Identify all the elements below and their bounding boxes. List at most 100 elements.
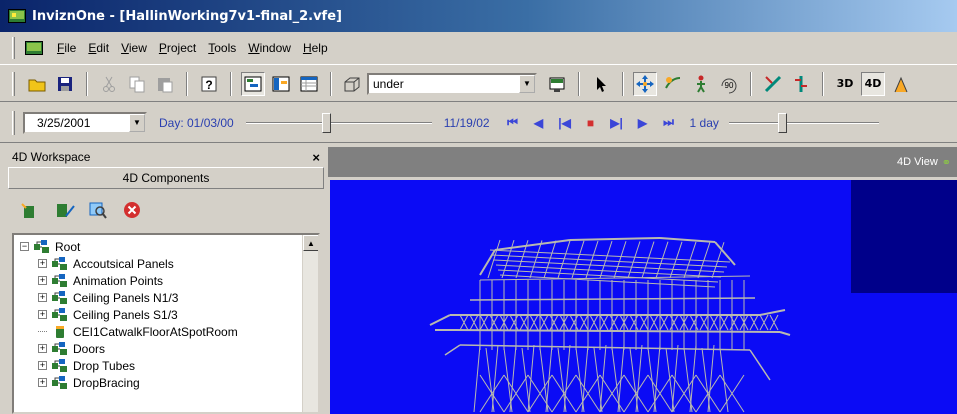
- tab-4d-components[interactable]: 4D Components: [8, 167, 324, 189]
- menu-help[interactable]: Help: [297, 41, 334, 55]
- model-edge: [569, 237, 661, 241]
- play-forward-icon[interactable]: ▶: [630, 116, 656, 130]
- tree-rows: − Root + Accoutsical Panels + Animation Point…: [14, 238, 318, 391]
- mode-3d-button[interactable]: 3D: [833, 72, 857, 96]
- edit-component-icon[interactable]: [54, 200, 75, 220]
- stop-icon[interactable]: ■: [578, 116, 604, 130]
- step-slider[interactable]: [728, 112, 879, 133]
- date-combo[interactable]: 3/25/2001 ▼: [23, 111, 147, 134]
- workspace-panel: 4D Workspace × 4D Components − Root + Accou…: [8, 147, 324, 414]
- chevron-down-icon[interactable]: ▼: [129, 113, 145, 132]
- date-slider[interactable]: [245, 112, 432, 133]
- model-edge: [444, 344, 461, 356]
- group-icon: [51, 375, 69, 390]
- schedule-view-icon[interactable]: [241, 71, 265, 96]
- tree-item[interactable]: + DropBracing: [14, 374, 318, 391]
- tree-item[interactable]: + Ceiling Panels S1/3: [14, 306, 318, 323]
- walk-icon[interactable]: [689, 72, 713, 96]
- tree-line-icon: [38, 331, 47, 332]
- mode-4d-label: 4D: [864, 77, 882, 90]
- move-icon[interactable]: [633, 71, 657, 96]
- find-component-icon[interactable]: [88, 200, 108, 220]
- model-edge: [545, 344, 553, 413]
- menu-project[interactable]: Project: [153, 41, 202, 55]
- tree-item[interactable]: + Drop Tubes: [14, 357, 318, 374]
- expand-icon[interactable]: +: [38, 276, 47, 285]
- expand-icon[interactable]: +: [38, 310, 47, 319]
- model-edge: [659, 237, 716, 243]
- document-icon[interactable]: [23, 38, 45, 58]
- cut-icon[interactable]: [97, 72, 121, 96]
- model-edge: [599, 240, 613, 279]
- step-slider-thumb[interactable]: [778, 112, 788, 133]
- tree-item-label: Accoutsical Panels: [73, 256, 174, 271]
- paste-icon[interactable]: [153, 72, 177, 96]
- play-backward-icon[interactable]: ◀: [526, 116, 552, 130]
- group-icon: [51, 307, 69, 322]
- menu-window[interactable]: Window: [242, 41, 297, 55]
- tree-item-label: Root: [55, 239, 81, 254]
- model-edge: [527, 344, 535, 413]
- step-backward-icon[interactable]: |◀: [552, 116, 578, 130]
- close-icon[interactable]: ×: [312, 150, 320, 165]
- expand-icon[interactable]: +: [38, 259, 47, 268]
- first-frame-icon[interactable]: ⏮: [500, 115, 526, 130]
- last-frame-icon[interactable]: ⏭: [656, 115, 682, 130]
- copy-icon[interactable]: [125, 72, 149, 96]
- viewport-canvas[interactable]: [330, 180, 957, 414]
- view-title: 4D View: [897, 156, 938, 168]
- tree-item[interactable]: + Accoutsical Panels: [14, 255, 318, 272]
- expand-icon[interactable]: +: [38, 361, 47, 370]
- component-tree[interactable]: − Root + Accoutsical Panels + Animation Point…: [12, 233, 320, 414]
- model-edge: [759, 309, 786, 316]
- menu-view[interactable]: View: [115, 41, 153, 55]
- table-view-icon[interactable]: [297, 72, 321, 96]
- add-component-icon[interactable]: [20, 200, 40, 220]
- expand-icon[interactable]: +: [38, 378, 47, 387]
- measure-icon[interactable]: [761, 72, 785, 96]
- expand-icon[interactable]: +: [38, 293, 47, 302]
- tree-item[interactable]: − Root: [14, 238, 318, 255]
- date-slider-thumb[interactable]: [321, 112, 331, 133]
- model-edge: [655, 241, 669, 279]
- scroll-up-icon[interactable]: ▲: [303, 235, 318, 251]
- tree-item[interactable]: + Ceiling Panels N1/3: [14, 289, 318, 306]
- tree-scrollbar[interactable]: ▲: [302, 235, 318, 412]
- menu-file[interactable]: File: [51, 41, 82, 55]
- workspace-toolbar: [8, 189, 324, 231]
- viewport-inset: [851, 180, 957, 293]
- rotate-90-icon[interactable]: 90: [717, 72, 741, 96]
- pointer-icon[interactable]: [589, 72, 613, 96]
- model-edge: [473, 344, 481, 413]
- tree-item-label: Animation Points: [73, 273, 164, 288]
- save-icon[interactable]: [53, 72, 77, 96]
- delete-icon[interactable]: [122, 200, 142, 220]
- tree-item[interactable]: + Doors: [14, 340, 318, 357]
- open-folder-icon[interactable]: [25, 72, 49, 96]
- group-icon: [51, 256, 69, 271]
- timeline-grip: [12, 110, 15, 135]
- collapse-icon[interactable]: −: [20, 242, 29, 251]
- model-edge: [711, 242, 725, 279]
- building-icon[interactable]: [889, 72, 913, 96]
- tree-item[interactable]: + Animation Points: [14, 272, 318, 289]
- chevron-down-icon[interactable]: ▼: [519, 74, 535, 93]
- box-3d-icon[interactable]: [341, 72, 365, 96]
- mode-3d-label: 3D: [836, 77, 854, 90]
- step-forward-icon[interactable]: ▶|: [604, 116, 630, 130]
- app-icon: [8, 8, 26, 24]
- mode-4d-button[interactable]: 4D: [861, 71, 885, 96]
- gantt-icon[interactable]: [269, 72, 293, 96]
- menu-tools[interactable]: Tools: [202, 41, 242, 55]
- tree-item[interactable]: CEI1CatwalkFloorAtSpotRoom: [14, 323, 318, 340]
- expand-icon[interactable]: +: [38, 344, 47, 353]
- view-combo[interactable]: under ▼: [367, 72, 537, 95]
- menu-edit[interactable]: Edit: [82, 41, 115, 55]
- section-icon[interactable]: [789, 72, 813, 96]
- timeline-bar: 3/25/2001 ▼ Day: 01/03/00 11/19/02 ⏮ ◀ |…: [0, 103, 957, 143]
- help-icon[interactable]: ?: [197, 72, 221, 96]
- view-panel: 4D View ⚭: [326, 147, 957, 414]
- model-edge: [617, 344, 625, 413]
- apply-view-icon[interactable]: [545, 72, 569, 96]
- fly-icon[interactable]: [661, 72, 685, 96]
